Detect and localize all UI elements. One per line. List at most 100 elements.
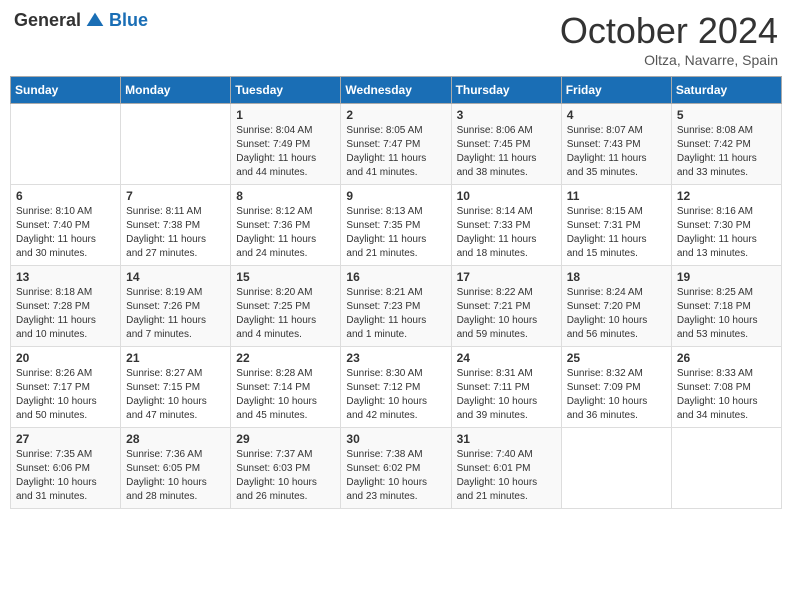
- calendar-cell: 19Sunrise: 8:25 AM Sunset: 7:18 PM Dayli…: [671, 266, 781, 347]
- day-number: 6: [16, 189, 115, 203]
- day-number: 1: [236, 108, 335, 122]
- calendar-table: SundayMondayTuesdayWednesdayThursdayFrid…: [10, 76, 782, 509]
- day-number: 3: [457, 108, 556, 122]
- day-number: 28: [126, 432, 225, 446]
- calendar-cell: 15Sunrise: 8:20 AM Sunset: 7:25 PM Dayli…: [231, 266, 341, 347]
- calendar-week-row: 6 Sunrise: 8:10 AM Sunset: 7:40 PM Daylig…: [11, 185, 782, 266]
- calendar-cell: 23 Sunrise: 8:30 AM Sunset: 7:12 PM Dayli…: [341, 347, 451, 428]
- logo-text-blue: Blue: [109, 10, 148, 31]
- day-info: Sunrise: 8:08 AM Sunset: 7:42 PM Dayligh…: [677, 124, 776, 180]
- calendar-cell: 29 Sunrise: 7:37 AM Sunset: 6:03 PM Dayli…: [231, 428, 341, 509]
- calendar-cell: 27 Sunrise: 7:35 AM Sunset: 6:06 PM Dayli…: [11, 428, 121, 509]
- day-number: 29: [236, 432, 335, 446]
- day-number: 8: [236, 189, 335, 203]
- day-number: 11: [567, 189, 666, 203]
- day-number: 16: [346, 270, 445, 284]
- day-number: 18: [567, 270, 666, 284]
- calendar-cell: 4 Sunrise: 8:07 AM Sunset: 7:43 PM Daylig…: [561, 104, 671, 185]
- calendar-cell: 24Sunrise: 8:31 AM Sunset: 7:11 PM Dayli…: [451, 347, 561, 428]
- day-info: Sunrise: 8:10 AM Sunset: 7:40 PM Dayligh…: [16, 205, 115, 261]
- day-info: Sunrise: 7:37 AM Sunset: 6:03 PM Dayligh…: [236, 448, 335, 504]
- day-number: 23: [346, 351, 445, 365]
- calendar-week-row: 1 Sunrise: 8:04 AM Sunset: 7:49 PM Daylig…: [11, 104, 782, 185]
- day-number: 9: [346, 189, 445, 203]
- day-number: 20: [16, 351, 115, 365]
- day-number: 25: [567, 351, 666, 365]
- day-info: Sunrise: 8:32 AM Sunset: 7:09 PM Dayligh…: [567, 367, 666, 423]
- calendar-cell: 31Sunrise: 7:40 AM Sunset: 6:01 PM Dayli…: [451, 428, 561, 509]
- day-info: Sunrise: 8:11 AM Sunset: 7:38 PM Dayligh…: [126, 205, 225, 261]
- logo-icon: [85, 11, 105, 31]
- calendar-cell: 1 Sunrise: 8:04 AM Sunset: 7:49 PM Daylig…: [231, 104, 341, 185]
- day-number: 21: [126, 351, 225, 365]
- day-number: 7: [126, 189, 225, 203]
- day-info: Sunrise: 8:20 AM Sunset: 7:25 PM Dayligh…: [236, 286, 335, 342]
- calendar-cell: 10 Sunrise: 8:14 AM Sunset: 7:33 PM Dayli…: [451, 185, 561, 266]
- month-title: October 2024: [560, 10, 778, 52]
- day-number: 2: [346, 108, 445, 122]
- day-info: Sunrise: 8:33 AM Sunset: 7:08 PM Dayligh…: [677, 367, 776, 423]
- day-info: Sunrise: 8:27 AM Sunset: 7:15 PM Dayligh…: [126, 367, 225, 423]
- calendar-cell: 17 Sunrise: 8:22 AM Sunset: 7:21 PM Dayli…: [451, 266, 561, 347]
- location-subtitle: Oltza, Navarre, Spain: [560, 52, 778, 68]
- calendar-cell: 2 Sunrise: 8:05 AM Sunset: 7:47 PM Daylig…: [341, 104, 451, 185]
- weekday-header: Monday: [121, 77, 231, 104]
- calendar-cell: 14 Sunrise: 8:19 AM Sunset: 7:26 PM Dayli…: [121, 266, 231, 347]
- title-block: October 2024 Oltza, Navarre, Spain: [560, 10, 778, 68]
- calendar-cell: 18 Sunrise: 8:24 AM Sunset: 7:20 PM Dayli…: [561, 266, 671, 347]
- day-number: 26: [677, 351, 776, 365]
- day-info: Sunrise: 8:28 AM Sunset: 7:14 PM Dayligh…: [236, 367, 335, 423]
- day-info: Sunrise: 8:21 AM Sunset: 7:23 PM Dayligh…: [346, 286, 445, 342]
- day-info: Sunrise: 8:26 AM Sunset: 7:17 PM Dayligh…: [16, 367, 115, 423]
- day-number: 4: [567, 108, 666, 122]
- day-info: Sunrise: 8:12 AM Sunset: 7:36 PM Dayligh…: [236, 205, 335, 261]
- day-number: 12: [677, 189, 776, 203]
- calendar-cell: 22Sunrise: 8:28 AM Sunset: 7:14 PM Dayli…: [231, 347, 341, 428]
- weekday-header: Sunday: [11, 77, 121, 104]
- day-info: Sunrise: 8:05 AM Sunset: 7:47 PM Dayligh…: [346, 124, 445, 180]
- day-number: 5: [677, 108, 776, 122]
- day-number: 17: [457, 270, 556, 284]
- day-info: Sunrise: 7:35 AM Sunset: 6:06 PM Dayligh…: [16, 448, 115, 504]
- day-info: Sunrise: 7:36 AM Sunset: 6:05 PM Dayligh…: [126, 448, 225, 504]
- calendar-cell: 7 Sunrise: 8:11 AM Sunset: 7:38 PM Daylig…: [121, 185, 231, 266]
- day-number: 14: [126, 270, 225, 284]
- day-info: Sunrise: 8:07 AM Sunset: 7:43 PM Dayligh…: [567, 124, 666, 180]
- day-info: Sunrise: 8:24 AM Sunset: 7:20 PM Dayligh…: [567, 286, 666, 342]
- day-info: Sunrise: 8:22 AM Sunset: 7:21 PM Dayligh…: [457, 286, 556, 342]
- page-header: General Blue October 2024 Oltza, Navarre…: [10, 10, 782, 68]
- calendar-cell: 6 Sunrise: 8:10 AM Sunset: 7:40 PM Daylig…: [11, 185, 121, 266]
- day-number: 10: [457, 189, 556, 203]
- day-number: 30: [346, 432, 445, 446]
- day-info: Sunrise: 8:30 AM Sunset: 7:12 PM Dayligh…: [346, 367, 445, 423]
- day-number: 27: [16, 432, 115, 446]
- day-info: Sunrise: 8:14 AM Sunset: 7:33 PM Dayligh…: [457, 205, 556, 261]
- day-info: Sunrise: 8:19 AM Sunset: 7:26 PM Dayligh…: [126, 286, 225, 342]
- calendar-cell: 16 Sunrise: 8:21 AM Sunset: 7:23 PM Dayli…: [341, 266, 451, 347]
- day-info: Sunrise: 7:38 AM Sunset: 6:02 PM Dayligh…: [346, 448, 445, 504]
- day-number: 24: [457, 351, 556, 365]
- calendar-cell: 13Sunrise: 8:18 AM Sunset: 7:28 PM Dayli…: [11, 266, 121, 347]
- calendar-cell: [671, 428, 781, 509]
- day-info: Sunrise: 8:04 AM Sunset: 7:49 PM Dayligh…: [236, 124, 335, 180]
- weekday-header: Tuesday: [231, 77, 341, 104]
- calendar-cell: 5 Sunrise: 8:08 AM Sunset: 7:42 PM Daylig…: [671, 104, 781, 185]
- calendar-cell: 8 Sunrise: 8:12 AM Sunset: 7:36 PM Daylig…: [231, 185, 341, 266]
- calendar-cell: 21 Sunrise: 8:27 AM Sunset: 7:15 PM Dayli…: [121, 347, 231, 428]
- calendar-cell: 12 Sunrise: 8:16 AM Sunset: 7:30 PM Dayli…: [671, 185, 781, 266]
- calendar-header: SundayMondayTuesdayWednesdayThursdayFrid…: [11, 77, 782, 104]
- day-info: Sunrise: 7:40 AM Sunset: 6:01 PM Dayligh…: [457, 448, 556, 504]
- calendar-cell: 30 Sunrise: 7:38 AM Sunset: 6:02 PM Dayli…: [341, 428, 451, 509]
- calendar-week-row: 27 Sunrise: 7:35 AM Sunset: 6:06 PM Dayli…: [11, 428, 782, 509]
- day-number: 19: [677, 270, 776, 284]
- logo-text-general: General: [14, 10, 81, 31]
- calendar-cell: 11Sunrise: 8:15 AM Sunset: 7:31 PM Dayli…: [561, 185, 671, 266]
- weekday-header: Saturday: [671, 77, 781, 104]
- calendar-cell: 9 Sunrise: 8:13 AM Sunset: 7:35 PM Daylig…: [341, 185, 451, 266]
- calendar-cell: 25 Sunrise: 8:32 AM Sunset: 7:09 PM Dayli…: [561, 347, 671, 428]
- day-info: Sunrise: 8:16 AM Sunset: 7:30 PM Dayligh…: [677, 205, 776, 261]
- calendar-cell: [561, 428, 671, 509]
- calendar-cell: 20 Sunrise: 8:26 AM Sunset: 7:17 PM Dayli…: [11, 347, 121, 428]
- calendar-cell: 26 Sunrise: 8:33 AM Sunset: 7:08 PM Dayli…: [671, 347, 781, 428]
- day-info: Sunrise: 8:13 AM Sunset: 7:35 PM Dayligh…: [346, 205, 445, 261]
